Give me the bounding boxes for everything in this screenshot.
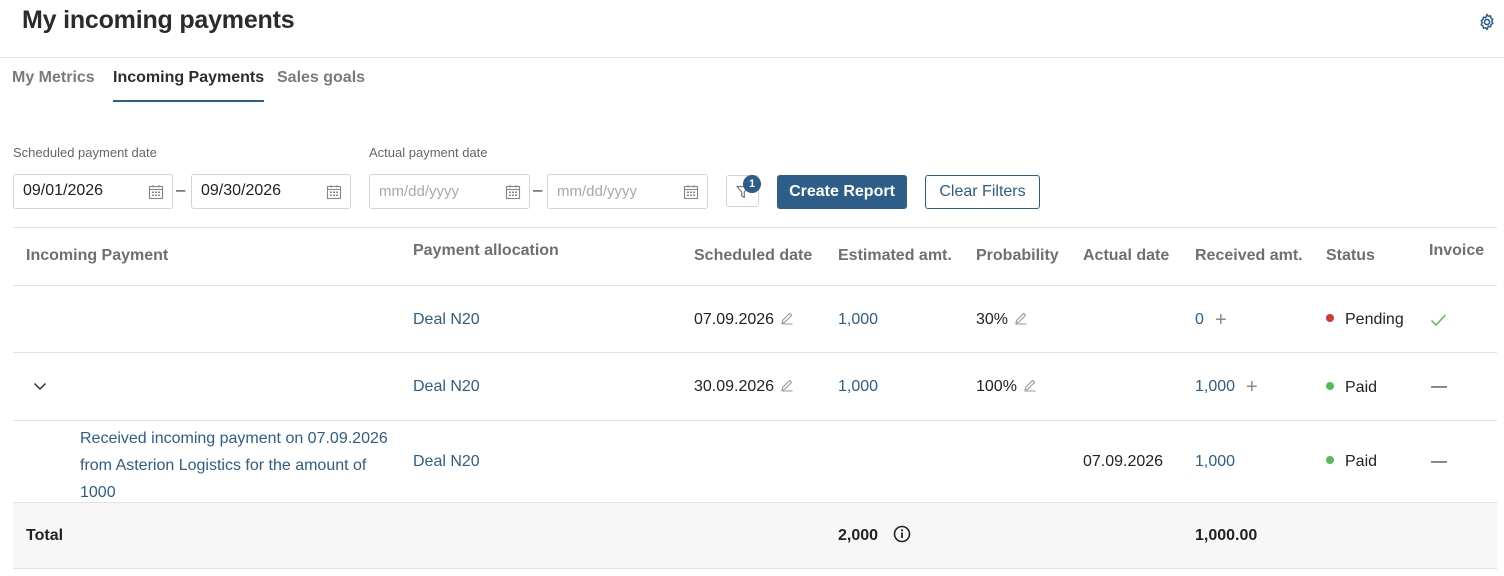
col-payment-allocation[interactable]: Payment allocation bbox=[413, 242, 559, 260]
row2-status-label: Paid bbox=[1345, 379, 1378, 396]
total-label: Total bbox=[26, 527, 64, 544]
row-divider bbox=[13, 352, 1497, 353]
row1-status: Pending bbox=[1326, 311, 1404, 329]
status-dot-paid bbox=[1326, 456, 1334, 464]
scheduled-to-value: 09/30/2026 bbox=[201, 182, 282, 199]
actual-date-label: Actual payment date bbox=[369, 145, 488, 160]
info-icon[interactable] bbox=[893, 525, 911, 543]
row2-probability: 100% bbox=[976, 378, 1037, 396]
row3-status: Paid bbox=[1326, 453, 1377, 471]
page-title: My incoming payments bbox=[22, 6, 295, 34]
col-estimated-amt[interactable]: Estimated amt. bbox=[838, 247, 952, 265]
row2-scheduled-value: 30.09.2026 bbox=[694, 378, 775, 395]
plus-icon[interactable]: + bbox=[1215, 310, 1227, 330]
calendar-icon[interactable] bbox=[683, 184, 699, 200]
row2-allocation-link[interactable]: Deal N20 bbox=[413, 378, 480, 396]
actual-to-input[interactable]: mm/dd/yyyy bbox=[547, 174, 708, 209]
scheduled-to-input[interactable]: 09/30/2026 bbox=[191, 174, 351, 209]
table-bottom-divider bbox=[13, 568, 1497, 569]
total-estimated: 2,000 bbox=[838, 527, 879, 544]
row1-probability-value: 30% bbox=[976, 311, 1009, 328]
row-divider bbox=[13, 420, 1497, 421]
create-report-button[interactable]: Create Report bbox=[777, 175, 907, 209]
row3-payment-link[interactable]: Received incoming payment on 07.09.2026 … bbox=[80, 425, 400, 506]
col-probability[interactable]: Probability bbox=[976, 247, 1059, 265]
row1-status-label: Pending bbox=[1345, 311, 1404, 328]
actual-from-placeholder: mm/dd/yyyy bbox=[379, 183, 460, 200]
row1-scheduled-value: 07.09.2026 bbox=[694, 311, 775, 328]
row3-status-label: Paid bbox=[1345, 453, 1378, 470]
row2-estimated-amt[interactable]: 1,000 bbox=[838, 378, 878, 396]
date-range-dash: – bbox=[533, 180, 543, 199]
calendar-icon[interactable] bbox=[148, 184, 164, 200]
actual-to-placeholder: mm/dd/yyyy bbox=[557, 183, 638, 200]
row3-actual-date: 07.09.2026 bbox=[1083, 453, 1164, 470]
col-status[interactable]: Status bbox=[1326, 247, 1375, 265]
row2-probability-value: 100% bbox=[976, 378, 1017, 395]
status-dot-paid bbox=[1326, 382, 1334, 390]
row1-allocation-link[interactable]: Deal N20 bbox=[413, 311, 480, 329]
gear-icon[interactable] bbox=[1477, 12, 1497, 32]
pencil-icon[interactable] bbox=[780, 378, 794, 392]
col-incoming-payment[interactable]: Incoming Payment bbox=[26, 247, 168, 265]
row3-allocation-link[interactable]: Deal N20 bbox=[413, 453, 480, 471]
clear-filters-button[interactable]: Clear Filters bbox=[925, 175, 1040, 209]
scheduled-date-label: Scheduled payment date bbox=[13, 145, 157, 160]
scheduled-from-input[interactable]: 09/01/2026 bbox=[13, 174, 173, 209]
filter-count-badge: 1 bbox=[743, 175, 761, 193]
check-icon bbox=[1430, 314, 1447, 327]
tab-my-metrics[interactable]: My Metrics bbox=[12, 68, 95, 102]
total-row bbox=[13, 503, 1497, 568]
row1-received-amt[interactable]: 0 bbox=[1195, 311, 1204, 329]
calendar-icon[interactable] bbox=[505, 184, 521, 200]
row3-invoice: — bbox=[1431, 453, 1447, 470]
row1-scheduled-date: 07.09.2026 bbox=[694, 311, 794, 329]
col-actual-date[interactable]: Actual date bbox=[1083, 247, 1169, 265]
calendar-icon[interactable] bbox=[326, 184, 342, 200]
pencil-icon[interactable] bbox=[1014, 311, 1028, 325]
total-received: 1,000.00 bbox=[1195, 527, 1258, 544]
scheduled-from-value: 09/01/2026 bbox=[23, 182, 104, 199]
row2-status: Paid bbox=[1326, 379, 1377, 397]
header-divider bbox=[0, 57, 1504, 58]
plus-icon[interactable]: + bbox=[1246, 377, 1258, 397]
pencil-icon[interactable] bbox=[780, 311, 794, 325]
header-bottom-divider bbox=[13, 285, 1497, 286]
actual-from-input[interactable]: mm/dd/yyyy bbox=[369, 174, 530, 209]
row-divider bbox=[13, 502, 1497, 503]
table-top-divider bbox=[13, 227, 1497, 228]
row2-received-amt[interactable]: 1,000 bbox=[1195, 378, 1235, 396]
tab-sales-goals[interactable]: Sales goals bbox=[277, 68, 365, 102]
col-received-amt[interactable]: Received amt. bbox=[1195, 247, 1303, 265]
pencil-icon[interactable] bbox=[1023, 378, 1037, 392]
status-dot-pending bbox=[1326, 314, 1334, 322]
date-range-dash: – bbox=[176, 180, 186, 199]
col-invoice[interactable]: Invoice bbox=[1429, 242, 1484, 260]
row1-probability: 30% bbox=[976, 311, 1028, 329]
chevron-down-icon[interactable] bbox=[33, 382, 47, 391]
tab-incoming-payments[interactable]: Incoming Payments bbox=[113, 68, 265, 102]
col-scheduled-date[interactable]: Scheduled date bbox=[694, 247, 812, 265]
row1-estimated-amt[interactable]: 1,000 bbox=[838, 311, 878, 329]
row3-received-amt[interactable]: 1,000 bbox=[1195, 453, 1235, 471]
row2-scheduled-date: 30.09.2026 bbox=[694, 378, 794, 396]
row2-invoice: — bbox=[1431, 378, 1447, 395]
